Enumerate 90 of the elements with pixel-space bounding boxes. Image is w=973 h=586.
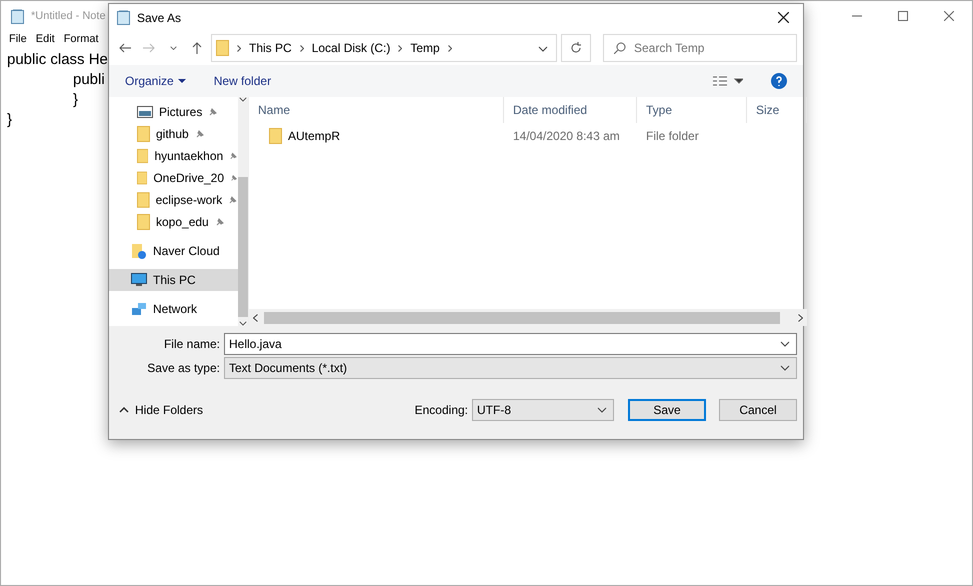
chevron-down-icon <box>780 341 790 347</box>
close-icon <box>778 12 788 23</box>
date-cell-text: 14/04/2020 8:43 am <box>512 128 621 145</box>
sidebar-item[interactable]: Pictures <box>109 101 238 123</box>
pin-icon <box>230 173 238 183</box>
scroll-right-icon <box>798 314 803 322</box>
breadcrumb-item[interactable]: This PC <box>249 41 292 55</box>
dialog-title: Save As <box>137 10 182 24</box>
file-name: AUtempR <box>288 129 340 143</box>
folder-icon <box>269 128 282 144</box>
dialog-button[interactable]: Cancel <box>719 399 797 421</box>
folder-icon <box>137 214 150 230</box>
column-header[interactable]: Date modified <box>504 97 637 123</box>
help-icon[interactable] <box>771 73 787 89</box>
sidebar-item[interactable]: Naver Cloud <box>109 240 238 262</box>
file-type-dropdown[interactable]: Text Documents (*.txt) <box>224 357 797 379</box>
minimize-icon <box>852 15 862 17</box>
window-title: *Untitled - Note <box>31 10 106 22</box>
maximize-icon <box>898 11 908 21</box>
pin-icon <box>214 217 225 227</box>
new-folder-button[interactable]: New folder <box>214 74 272 88</box>
sidebar-item[interactable]: kopo_edu <box>109 211 238 233</box>
forward-arrow-icon <box>143 43 155 53</box>
field-label: Save as type: <box>146 361 220 375</box>
close-icon <box>944 11 954 21</box>
vertical-scrollbar[interactable] <box>238 97 248 326</box>
dropdown-icon <box>178 79 186 83</box>
scroll-up-icon <box>239 97 247 102</box>
up-arrow-icon <box>192 42 202 54</box>
menu-item[interactable]: Edit <box>36 33 55 45</box>
sidebar-item[interactable]: eclipse-work <box>109 189 238 211</box>
chevron-down-icon <box>538 46 548 52</box>
column-header[interactable]: Size <box>747 97 807 123</box>
hide-folders-button[interactable]: Hide Folders <box>119 403 204 417</box>
folder-icon <box>137 170 148 186</box>
notepad-icon <box>11 8 25 24</box>
chevron-down-icon <box>239 321 247 326</box>
field-label: Encoding: <box>414 403 468 417</box>
folder-icon <box>137 126 150 142</box>
code-line: } <box>7 110 12 130</box>
column-header[interactable]: Type <box>637 97 747 123</box>
code-line: public class He <box>7 50 108 70</box>
notepad-icon <box>117 10 131 25</box>
network-icon <box>131 302 147 316</box>
chevron-right-icon <box>398 44 402 52</box>
sidebar-item[interactable]: github <box>109 123 238 145</box>
horizontal-scrollbar[interactable] <box>249 309 807 326</box>
breadcrumb-item[interactable]: Temp <box>410 41 440 55</box>
file-name-field[interactable]: Hello.java <box>224 333 797 355</box>
sidebar-item[interactable]: OneDrive_20 <box>109 167 238 189</box>
sidebar-item[interactable]: Network <box>109 298 238 320</box>
refresh-icon <box>570 42 582 54</box>
sidebar-item[interactable]: hyuntaekhon <box>109 145 238 167</box>
chevron-right-icon <box>448 44 452 52</box>
folder-icon <box>137 148 148 164</box>
pin-icon <box>194 129 205 139</box>
pin-icon <box>229 151 238 161</box>
chevron-down-icon <box>170 46 176 50</box>
chevron-up-icon <box>119 407 129 413</box>
dialog-button[interactable]: Save <box>628 399 706 421</box>
file-row[interactable]: AUtempR 14/04/2020 8:43 am File folder <box>249 125 807 147</box>
organize-button[interactable]: Organize <box>125 74 186 88</box>
picture-icon <box>137 106 153 118</box>
sidebar-item[interactable]: This PC <box>109 269 238 291</box>
menu-item[interactable]: File <box>9 33 27 45</box>
cloud-folder-icon <box>131 243 147 259</box>
encoding-dropdown[interactable]: UTF-8 <box>472 399 614 421</box>
address-bar[interactable]: This PC Local Disk (C:) Temp <box>211 34 557 62</box>
chevron-down-icon <box>780 365 790 371</box>
field-label: File name: <box>162 337 220 351</box>
chevron-right-icon <box>237 44 241 52</box>
refresh-button[interactable] <box>561 34 591 62</box>
chevron-right-icon <box>300 44 304 52</box>
breadcrumb-item[interactable]: Local Disk (C:) <box>312 41 390 55</box>
menu-item[interactable]: Format <box>64 33 99 45</box>
search-icon <box>614 42 626 54</box>
view-options-icon <box>713 76 743 86</box>
search-field[interactable]: Search Temp <box>603 34 797 62</box>
folder-icon <box>216 40 229 56</box>
type-cell-text: File folder <box>645 128 700 145</box>
computer-icon <box>131 273 147 287</box>
scroll-left-icon <box>253 314 258 322</box>
pin-icon <box>228 195 238 205</box>
column-header[interactable]: Name <box>249 97 504 123</box>
code-line: } <box>73 90 78 110</box>
chevron-down-icon <box>597 407 607 413</box>
code-line: publi <box>73 70 105 90</box>
back-arrow-icon <box>119 43 131 53</box>
pin-icon <box>208 107 218 117</box>
folder-icon <box>137 192 150 208</box>
